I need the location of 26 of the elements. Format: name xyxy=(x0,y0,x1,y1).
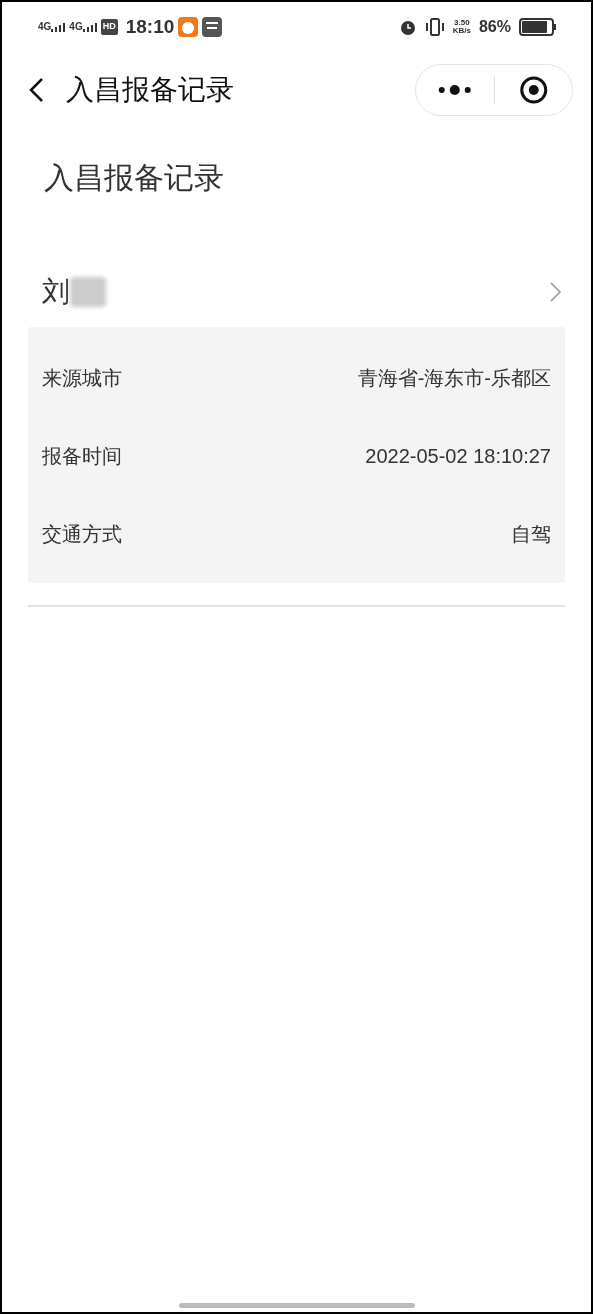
vibrate-icon xyxy=(424,18,445,36)
network-label: 4G xyxy=(38,22,52,32)
network-label: 4G xyxy=(69,22,83,32)
battery-icon xyxy=(519,18,557,36)
app-icon xyxy=(202,17,223,37)
hd-label: HD xyxy=(100,19,118,35)
field-value: 青海省-海东市-乐都区 xyxy=(357,366,551,391)
field-label: 来源城市 xyxy=(42,366,122,391)
clock-time: 18:10 xyxy=(125,14,175,39)
record-header[interactable]: 刘 xyxy=(2,257,591,327)
signal-icon xyxy=(51,23,66,32)
speed-value: 3.50 xyxy=(454,19,470,27)
app-icon xyxy=(178,17,199,37)
redaction-blur xyxy=(70,277,106,307)
page-title: 入昌报备记录 xyxy=(66,72,235,107)
battery-percent: 86% xyxy=(478,17,511,37)
signal-icon xyxy=(82,23,97,32)
person-name: 刘 xyxy=(42,275,70,309)
speed-unit: KB/s xyxy=(452,27,471,35)
back-icon[interactable] xyxy=(28,76,44,103)
field-value: 2022-05-02 18:10:27 xyxy=(365,444,551,469)
field-label: 报备时间 xyxy=(42,444,122,469)
section-heading: 入昌报备记录 xyxy=(43,160,225,196)
alarm-icon xyxy=(398,18,417,36)
field-value: 自驾 xyxy=(511,522,551,547)
field-label: 交通方式 xyxy=(42,522,122,547)
